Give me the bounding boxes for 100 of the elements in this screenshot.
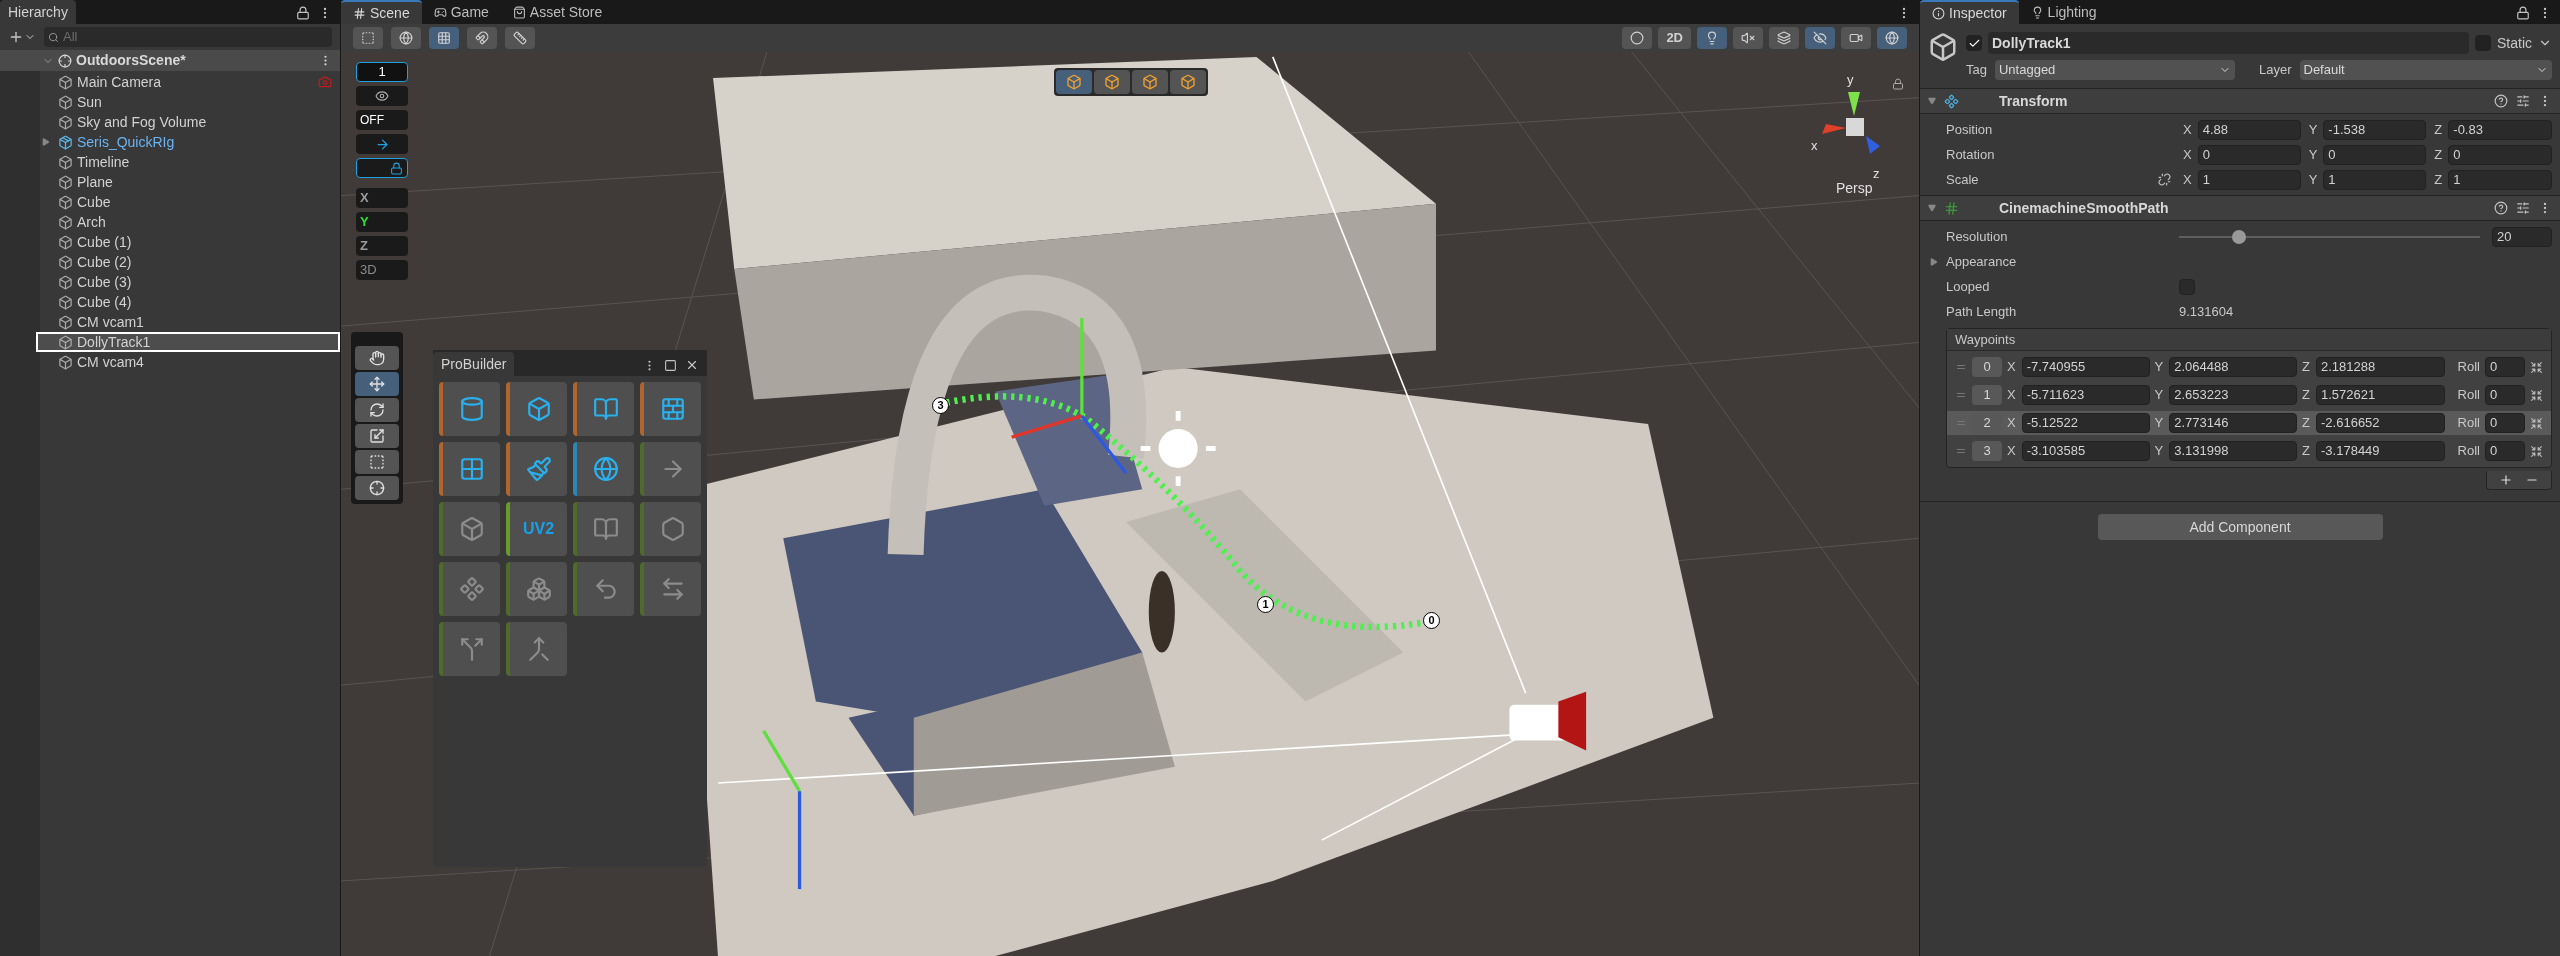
toolbar-button[interactable] xyxy=(1877,27,1907,49)
tool-button[interactable] xyxy=(355,346,399,370)
panel-tab[interactable]: Lighting xyxy=(2018,0,2109,24)
toolbar-button[interactable] xyxy=(1697,27,1727,49)
toolbar-button[interactable] xyxy=(505,27,535,49)
number-field[interactable]: 3.131998 xyxy=(2169,441,2298,461)
hierarchy-item[interactable]: Arch xyxy=(40,212,340,232)
hierarchy-item[interactable]: Seris_QuickRIg xyxy=(40,132,340,152)
toolbar-button[interactable] xyxy=(1733,27,1763,49)
number-field[interactable]: -2.616652 xyxy=(2316,413,2445,433)
add-button[interactable] xyxy=(8,29,36,45)
tool-button[interactable] xyxy=(355,398,399,422)
probuilder-tool-button[interactable] xyxy=(640,562,701,616)
toolbar-button[interactable] xyxy=(353,27,383,49)
push-to-grid-button[interactable] xyxy=(356,134,408,154)
number-field[interactable]: -1.538 xyxy=(2323,119,2427,140)
tool-button[interactable] xyxy=(355,476,399,500)
projection-label[interactable]: Persp xyxy=(1836,178,1873,199)
number-field[interactable]: 2.064488 xyxy=(2169,357,2298,377)
expand-arrow-icon[interactable] xyxy=(42,138,50,146)
add-icon[interactable] xyxy=(2499,473,2513,487)
number-field[interactable]: 0 xyxy=(2485,441,2525,461)
probuilder-tool-button[interactable] xyxy=(573,442,634,496)
number-field[interactable]: -5.12522 xyxy=(2021,413,2150,433)
number-field[interactable]: 0 xyxy=(2485,357,2525,377)
number-field[interactable]: 1 xyxy=(2448,169,2552,190)
tool-button[interactable] xyxy=(355,372,399,396)
toolbar-button[interactable] xyxy=(1841,27,1871,49)
hierarchy-item[interactable]: Plane xyxy=(40,172,340,192)
active-checkbox[interactable] xyxy=(1966,35,1982,51)
selection-mode-button[interactable] xyxy=(1056,70,1092,94)
panel-tab[interactable]: Inspector xyxy=(1920,0,2019,24)
shrink-icon[interactable] xyxy=(2530,360,2543,374)
number-field[interactable]: 2.773146 xyxy=(2169,413,2298,433)
snap-toggle[interactable]: OFF xyxy=(356,110,408,130)
number-field[interactable]: -3.103585 xyxy=(2021,441,2150,461)
number-field[interactable]: 4.88 xyxy=(2197,119,2301,140)
number-field[interactable]: -3.178449 xyxy=(2316,441,2445,461)
hierarchy-item[interactable]: Sky and Fog Volume xyxy=(40,112,340,132)
unlink-icon[interactable] xyxy=(2158,173,2171,186)
toolbar-button[interactable] xyxy=(1805,27,1835,49)
probuilder-tool-button[interactable] xyxy=(640,502,701,556)
toolbar-button[interactable] xyxy=(467,27,497,49)
number-field[interactable]: 1 xyxy=(2197,169,2301,190)
number-field[interactable]: -5.711623 xyxy=(2021,385,2150,405)
probuilder-tool-button[interactable] xyxy=(573,502,634,556)
axis-toggle[interactable]: Z xyxy=(356,236,408,256)
toolbar-button[interactable] xyxy=(391,27,421,49)
hierarchy-item[interactable]: CM vcam1 xyxy=(40,312,340,332)
selection-mode-button[interactable] xyxy=(1132,70,1168,94)
toolbar-button[interactable] xyxy=(1622,27,1653,49)
number-field[interactable]: 1 xyxy=(2323,169,2427,190)
probuilder-tool-button[interactable] xyxy=(573,562,634,616)
tool-button[interactable] xyxy=(355,424,399,448)
panel-tab[interactable]: Scene xyxy=(341,0,422,24)
number-field[interactable]: 0 xyxy=(2485,413,2525,433)
slider-track[interactable] xyxy=(2179,229,2480,244)
panel-tab[interactable]: Game xyxy=(421,0,501,24)
hierarchy-item[interactable]: Cube (4) xyxy=(40,292,340,312)
panel-tab[interactable]: ProBuilder xyxy=(433,352,515,376)
hierarchy-tab[interactable]: Hierarchy xyxy=(0,0,76,24)
hierarchy-item[interactable]: Sun xyxy=(40,92,340,112)
hierarchy-item[interactable]: Timeline xyxy=(40,152,340,172)
help-icon[interactable] xyxy=(2494,94,2508,108)
waypoint-row[interactable]: 2 X -5.12522 Y 2.773146 Z -2.616652 Roll 0 xyxy=(1947,411,2551,435)
foldout-arrow-icon[interactable] xyxy=(1928,97,1936,105)
maximize-icon[interactable] xyxy=(664,358,677,372)
hierarchy-item[interactable]: Cube xyxy=(40,192,340,212)
lock-toggle[interactable] xyxy=(356,158,408,178)
grid-visibility-button[interactable] xyxy=(356,86,408,106)
grid-size-field[interactable]: 1 xyxy=(356,62,408,82)
number-field[interactable]: 1.572621 xyxy=(2316,385,2445,405)
probuilder-tool-button[interactable] xyxy=(640,382,701,436)
hierarchy-item[interactable]: Cube (1) xyxy=(40,232,340,252)
number-field[interactable]: 2.653223 xyxy=(2169,385,2298,405)
tool-button[interactable] xyxy=(355,450,399,474)
add-component-button[interactable]: Add Component xyxy=(2097,514,2383,540)
number-field[interactable]: 0 xyxy=(2323,144,2427,165)
axis-toggle[interactable]: Y xyxy=(356,212,408,232)
tag-dropdown[interactable]: Untagged xyxy=(1994,60,2235,80)
shrink-icon[interactable] xyxy=(2530,416,2543,430)
number-field[interactable]: 0 xyxy=(2197,144,2301,165)
probuilder-tool-button[interactable] xyxy=(573,382,634,436)
help-icon[interactable] xyxy=(2494,201,2508,215)
presets-icon[interactable] xyxy=(2516,94,2530,108)
probuilder-tool-button[interactable] xyxy=(439,562,500,616)
probuilder-tool-button[interactable] xyxy=(439,442,500,496)
number-field[interactable]: 20 xyxy=(2492,226,2552,247)
close-icon[interactable] xyxy=(685,358,699,372)
selection-mode-button[interactable] xyxy=(1170,70,1206,94)
mode-toggle[interactable]: 3D xyxy=(356,260,408,280)
foldout-arrow-icon[interactable] xyxy=(1930,257,1938,266)
layer-dropdown[interactable]: Default xyxy=(2299,60,2552,80)
number-field[interactable]: 0 xyxy=(2448,144,2552,165)
selection-mode-button[interactable] xyxy=(1094,70,1130,94)
property-label[interactable]: Appearance xyxy=(1946,251,2179,272)
shrink-icon[interactable] xyxy=(2530,388,2543,402)
hierarchy-item[interactable]: CM vcam4 xyxy=(40,352,340,372)
lock-icon[interactable] xyxy=(296,6,310,20)
number-field[interactable]: 0 xyxy=(2485,385,2525,405)
